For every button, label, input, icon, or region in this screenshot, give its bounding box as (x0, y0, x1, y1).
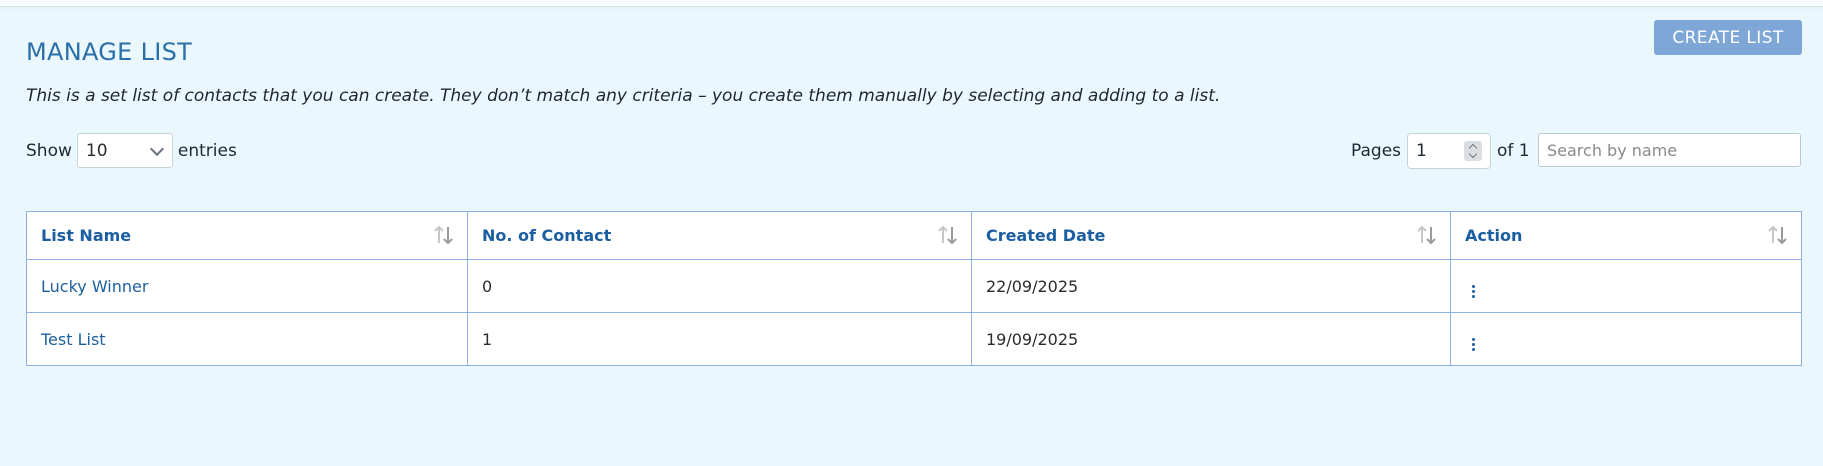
table-row: Lucky Winner 0 22/09/2025 (26, 259, 1802, 313)
list-name-cell[interactable]: Lucky Winner (26, 259, 468, 313)
page-spinner-icon[interactable] (1464, 141, 1483, 161)
entries-control: Show 10 entries (26, 133, 237, 168)
contact-count-cell: 1 (467, 312, 972, 366)
contact-count-cell: 0 (467, 259, 972, 313)
column-header-list-name[interactable]: List Name (26, 211, 468, 260)
sort-icon[interactable] (935, 223, 959, 247)
show-label: Show (26, 140, 72, 161)
page-total-label: of 1 (1497, 141, 1530, 161)
page-description: This is a set list of contacts that you … (26, 86, 1221, 106)
pages-label: Pages (1351, 141, 1402, 161)
page-title: MANAGE LIST (26, 38, 193, 67)
created-date-cell: 19/09/2025 (971, 312, 1451, 366)
column-header-label: Created Date (986, 226, 1106, 245)
more-vertical-icon[interactable] (1465, 336, 1481, 352)
sort-icon[interactable] (1765, 223, 1789, 247)
sort-icon[interactable] (431, 223, 455, 247)
table-header: List Name No. of Contact Created Date Ac… (26, 211, 1802, 260)
entries-value: 10 (85, 140, 108, 161)
table-row: Test List 1 19/09/2025 (26, 312, 1802, 366)
column-header-action[interactable]: Action (1450, 211, 1802, 260)
pagination-control: Pages 1 of 1 (1351, 133, 1530, 169)
column-header-contact-count[interactable]: No. of Contact (467, 211, 972, 260)
table-header-row: List Name No. of Contact Created Date Ac… (26, 211, 1802, 260)
created-date-cell: 22/09/2025 (971, 259, 1451, 313)
entries-label: entries (177, 140, 237, 161)
list-name-cell[interactable]: Test List (26, 312, 468, 366)
column-header-label: No. of Contact (482, 226, 612, 245)
more-vertical-icon[interactable] (1465, 283, 1481, 299)
entries-select[interactable]: 10 (76, 133, 173, 168)
create-list-button[interactable]: CREATE LIST (1654, 20, 1802, 55)
sort-icon[interactable] (1414, 223, 1438, 247)
page-number-value: 1 (1416, 141, 1427, 161)
action-cell (1450, 259, 1802, 313)
page-number-input[interactable]: 1 (1407, 133, 1492, 169)
column-header-created-date[interactable]: Created Date (971, 211, 1451, 260)
column-header-label: Action (1465, 226, 1523, 245)
list-table: List Name No. of Contact Created Date Ac… (26, 211, 1802, 366)
chevron-down-icon (149, 141, 164, 156)
top-separator (0, 0, 1823, 7)
action-cell (1450, 312, 1802, 366)
search-input[interactable] (1538, 133, 1801, 167)
table-body: Lucky Winner 0 22/09/2025 Test List 1 19… (26, 259, 1802, 366)
column-header-label: List Name (41, 226, 132, 245)
